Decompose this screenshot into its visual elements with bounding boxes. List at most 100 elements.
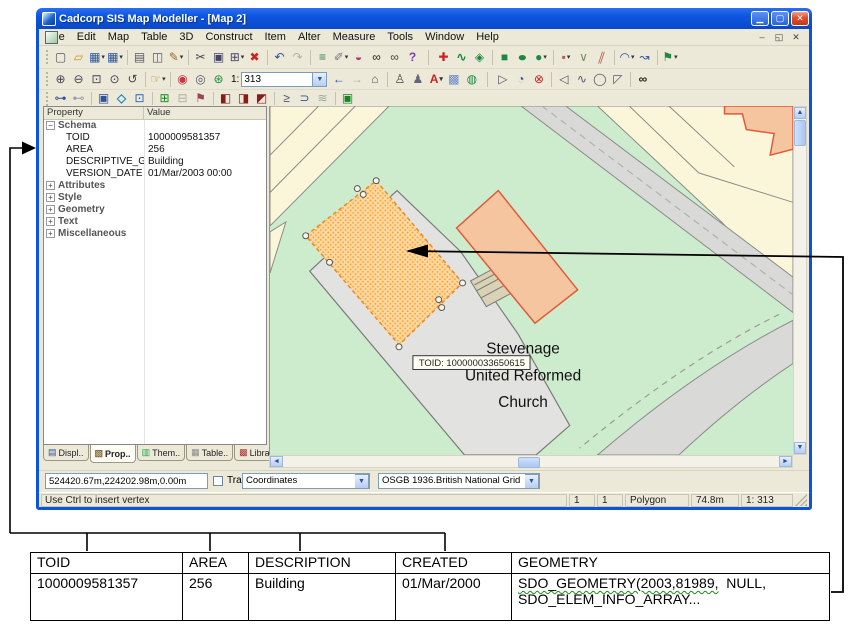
grid-system-dropdown[interactable]: OSGB 1936.British National Grid ▼ — [378, 473, 540, 489]
coordinate-mode-dropdown[interactable]: Coordinates ▼ — [242, 473, 370, 489]
forward-button[interactable]: → — [348, 71, 366, 88]
combine-intersect-button[interactable]: ◨ — [235, 90, 253, 107]
map-horizontal-scrollbar[interactable]: ◄ ► — [269, 455, 793, 468]
link-nodes-button[interactable]: ⊶ — [52, 90, 70, 107]
insert-curve-button[interactable]: ↝ — [636, 49, 654, 66]
expand-collapse-icon[interactable]: + — [46, 181, 55, 190]
menu-item[interactable]: Tools — [381, 30, 419, 44]
menu-item[interactable]: 3D — [173, 30, 199, 44]
property-group-attributes[interactable]: + Attributes — [44, 180, 266, 192]
map-window-icon[interactable] — [45, 31, 58, 44]
window-button[interactable]: ⊡ — [131, 90, 149, 107]
find-button[interactable]: ∞ — [368, 49, 386, 66]
trace-button[interactable]: ≥ — [278, 90, 296, 107]
menu-item[interactable]: Construct — [199, 30, 258, 44]
tab-display[interactable]: ▤ Displ.. — [43, 445, 89, 461]
redo-button[interactable]: ↷ — [289, 49, 307, 66]
zoom-point-button[interactable]: ⊙ — [106, 71, 124, 88]
combine-union-button[interactable]: ◧ — [217, 90, 235, 107]
duplicate-button[interactable]: ▣ — [95, 90, 113, 107]
scale-combo-arrow-icon[interactable]: ▼ — [313, 72, 327, 87]
expand-collapse-icon[interactable]: + — [46, 229, 55, 238]
named-styles-button[interactable]: ✎▾ — [167, 49, 185, 66]
person-button[interactable]: ♟ — [409, 71, 427, 88]
pan-button[interactable]: ☞▾ — [149, 71, 167, 88]
pointer-button[interactable]: ▷ — [494, 71, 512, 88]
mdi-close-button[interactable]: ✕ — [789, 32, 803, 43]
vertex-handle[interactable] — [439, 305, 445, 311]
maximize-button[interactable]: ▢ — [771, 11, 789, 26]
insert-ellipse-button[interactable]: ● — [510, 49, 535, 66]
toolbar-grip[interactable] — [46, 50, 49, 64]
menu-item[interactable]: Map — [102, 30, 135, 44]
flag-button[interactable]: ⚑ — [192, 90, 210, 107]
horizontal-scroll-thumb[interactable] — [518, 457, 540, 468]
menu-item[interactable]: Window — [419, 30, 470, 44]
minimize-button[interactable]: ▁ — [751, 11, 769, 26]
dropdown-arrow-icon[interactable]: ▼ — [355, 474, 369, 489]
insert-arc-button[interactable]: ◠▾ — [618, 49, 636, 66]
copy-button[interactable]: ▣ — [210, 49, 228, 66]
property-group-geometry[interactable]: + Geometry — [44, 204, 266, 216]
deselect-all-button[interactable]: ⊗ — [530, 71, 548, 88]
property-group-text[interactable]: + Text — [44, 216, 266, 228]
value-column-header[interactable]: Value — [144, 107, 266, 119]
insert-area-button[interactable]: ▣ — [339, 90, 357, 107]
zoom-out-button[interactable]: ⊖ — [70, 71, 88, 88]
scroll-left-icon[interactable]: ◄ — [270, 456, 283, 467]
coordinate-readout[interactable] — [45, 473, 208, 489]
query-world-button[interactable]: ⊛ — [210, 71, 228, 88]
vertex-handle[interactable] — [396, 344, 402, 350]
delete-button[interactable]: ✖ — [246, 49, 264, 66]
cut-button[interactable]: ✂ — [192, 49, 210, 66]
arc-flip-button[interactable]: ⊃ — [296, 90, 314, 107]
vertex-handle[interactable] — [354, 186, 360, 192]
find-advanced-button[interactable]: ∞ — [386, 49, 404, 66]
scroll-up-icon[interactable]: ▲ — [794, 107, 806, 119]
open-button[interactable]: ▱ — [70, 49, 88, 66]
property-group-schema[interactable]: − Schema — [44, 120, 266, 132]
resize-grip[interactable] — [795, 494, 807, 506]
tab-properties[interactable]: ▧ Prop.. — [90, 445, 136, 463]
expand-collapse-icon[interactable]: + — [46, 217, 55, 226]
expand-collapse-icon[interactable] — [46, 145, 55, 154]
expand-collapse-icon[interactable] — [46, 133, 55, 142]
select-circle2-button[interactable]: ◯ — [591, 71, 609, 88]
mdi-restore-button[interactable]: ◱ — [772, 32, 786, 43]
zoom-in-button[interactable]: ⊕ — [52, 71, 70, 88]
mdi-minimize-button[interactable]: – — [755, 32, 769, 43]
insert-point-button[interactable]: ✚ — [435, 49, 453, 66]
image-button[interactable]: ▩ — [445, 71, 463, 88]
print-preview-button[interactable]: ◫ — [149, 49, 167, 66]
zoom-previous-button[interactable]: ↺ — [124, 71, 142, 88]
query-rectangle-button[interactable]: ◎ — [192, 71, 210, 88]
expand-collapse-icon[interactable]: − — [46, 121, 55, 130]
menu-item[interactable]: Alter — [292, 30, 327, 44]
gray-box-button[interactable]: ⊟ — [174, 90, 192, 107]
vertex-handle[interactable] — [327, 259, 333, 265]
zoom-rectangle-button[interactable]: ⊡ — [88, 71, 106, 88]
measure-style-button[interactable]: ✐▾ — [332, 49, 350, 66]
undo-button[interactable]: ↶ — [271, 49, 289, 66]
select-circle-button[interactable]: ◔ — [512, 71, 530, 88]
menu-item[interactable]: Table — [135, 30, 173, 44]
menu-item[interactable]: Item — [259, 30, 292, 44]
property-group-miscellaneous[interactable]: + Miscellaneous — [44, 228, 266, 240]
vertex-handle[interactable] — [373, 178, 379, 184]
vertex-handle[interactable] — [303, 233, 309, 239]
add-overlay-button[interactable]: ⊞ — [156, 90, 174, 107]
diamond-button[interactable]: ◇ — [113, 90, 131, 107]
combine-difference-button[interactable]: ◩ — [253, 90, 271, 107]
toolbar-grip[interactable] — [46, 72, 49, 86]
close-button[interactable]: ✕ — [791, 11, 809, 26]
menu-item[interactable]: Edit — [71, 30, 102, 44]
insert-link-button[interactable]: ⚑▾ — [661, 49, 679, 66]
property-row-area[interactable]: AREA 256 — [44, 144, 266, 156]
scroll-right-icon[interactable]: ► — [779, 456, 792, 467]
expand-collapse-icon[interactable] — [46, 169, 55, 178]
scroll-down-icon[interactable]: ▼ — [794, 442, 806, 454]
snap-lines-button[interactable]: ≋ — [314, 90, 332, 107]
scale-combo[interactable]: 313 — [241, 72, 313, 87]
menu-item[interactable]: Help — [470, 30, 505, 44]
world-button[interactable]: ◍ — [463, 71, 481, 88]
